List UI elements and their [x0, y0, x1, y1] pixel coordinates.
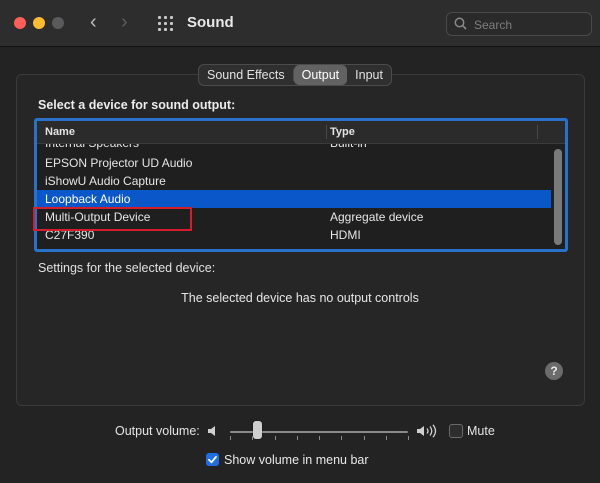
search-input[interactable]: [472, 15, 588, 34]
volume-tick: [341, 436, 342, 440]
volume-tick: [386, 436, 387, 440]
column-divider[interactable]: [537, 125, 538, 139]
table-row-selected[interactable]: Loopback Audio: [37, 190, 551, 208]
tab-input[interactable]: Input: [347, 65, 391, 85]
minimize-button[interactable]: [33, 17, 45, 29]
mute-label: Mute: [467, 424, 495, 438]
tab-sound-effects[interactable]: Sound Effects: [199, 65, 293, 85]
show-all-grid-icon[interactable]: [158, 16, 173, 31]
speaker-low-icon: [208, 426, 215, 436]
show-volume-label: Show volume in menu bar: [224, 453, 369, 467]
device-name: Multi-Output Device: [45, 210, 151, 224]
no-controls-message: The selected device has no output contro…: [181, 291, 419, 305]
column-header-type[interactable]: Type: [330, 126, 355, 138]
table-row[interactable]: Internal Speakers Built-in: [37, 144, 551, 152]
mute-checkbox[interactable]: [449, 424, 463, 438]
window-title: Sound: [187, 14, 234, 31]
table-row[interactable]: EPSON Projector UD Audio: [37, 154, 551, 172]
device-type: Aggregate device: [330, 210, 424, 224]
table-row[interactable]: iShowU Audio Capture: [37, 172, 551, 190]
back-button[interactable]: ‹: [90, 12, 97, 32]
tab-bar: Sound Effects Output Input: [198, 64, 392, 86]
device-name: Internal Speakers: [45, 144, 139, 152]
volume-tick: [319, 436, 320, 440]
volume-tick: [297, 436, 298, 440]
device-name: iShowU Audio Capture: [45, 174, 166, 188]
volume-tick: [275, 436, 276, 440]
device-name: EPSON Projector UD Audio: [45, 156, 193, 170]
zoom-button[interactable]: [52, 17, 64, 29]
title-bar: ‹ › Sound: [0, 0, 600, 47]
table-rows: Internal Speakers Built-in EPSON Project…: [37, 144, 551, 249]
table-scrollbar[interactable]: [554, 149, 562, 245]
column-divider[interactable]: [326, 125, 327, 139]
volume-tick: [230, 436, 231, 440]
tab-output[interactable]: Output: [293, 65, 348, 85]
device-type: HDMI: [330, 228, 361, 242]
speaker-high-icon: [417, 424, 437, 438]
help-button[interactable]: ?: [545, 362, 563, 380]
device-name: Loopback Audio: [45, 192, 131, 206]
device-table[interactable]: Name Type Internal Speakers Built-in EPS…: [34, 118, 568, 252]
table-row[interactable]: Multi-Output Device Aggregate device: [37, 208, 551, 226]
device-type: Built-in: [330, 144, 367, 152]
volume-tick: [408, 436, 409, 440]
search-icon: [454, 17, 467, 30]
close-button[interactable]: [14, 17, 26, 29]
show-volume-checkbox[interactable]: [206, 453, 219, 466]
forward-button[interactable]: ›: [121, 12, 128, 32]
table-header: Name Type: [37, 121, 565, 144]
output-heading: Select a device for sound output:: [38, 98, 236, 112]
table-row[interactable]: C27F390 HDMI: [37, 226, 551, 244]
checkmark-icon: [208, 455, 217, 464]
volume-tick: [364, 436, 365, 440]
settings-label: Settings for the selected device:: [38, 261, 216, 275]
volume-slider-thumb[interactable]: [252, 421, 262, 439]
device-name: C27F390: [45, 228, 95, 242]
search-field[interactable]: [446, 12, 592, 36]
column-header-name[interactable]: Name: [45, 126, 75, 138]
output-volume-label: Output volume:: [115, 424, 200, 438]
